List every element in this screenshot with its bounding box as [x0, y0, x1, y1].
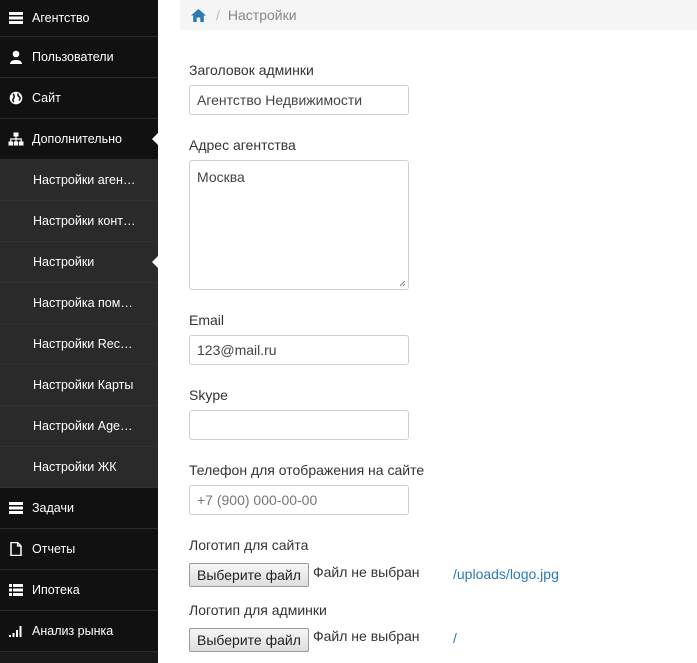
user-icon: [0, 50, 32, 64]
sitemap-icon: [0, 132, 32, 146]
admin-logo-label: Логотип для админки: [189, 602, 327, 618]
sidebar-item-label: Ипотека: [32, 583, 80, 597]
site-logo-file-status: Файл не выбран: [313, 564, 420, 580]
admin-logo-path-link[interactable]: /: [453, 630, 457, 646]
globe-icon: [0, 91, 32, 105]
list-icon: [0, 583, 32, 597]
sidebar-subitem-label: Настройки контракта: [33, 214, 148, 228]
sidebar-item-users[interactable]: Пользователи: [0, 37, 158, 78]
email-input[interactable]: 123@mail.ru: [189, 335, 409, 365]
sidebar-subitem-label: Настройки Карты: [33, 378, 134, 392]
admin-title-input[interactable]: Агентство Недвижимости: [189, 85, 409, 115]
sidebar-subitem-contract-settings[interactable]: Настройки контракта: [0, 201, 158, 242]
phone-placeholder: +7 (900) 000-00-00: [197, 492, 318, 508]
active-caret: [152, 255, 159, 269]
address-label: Адрес агентства: [189, 137, 296, 153]
sidebar-subitem-settings[interactable]: Настройки: [0, 242, 159, 283]
sidebar-subitem-label: Настройки Recaptcha: [33, 337, 148, 351]
email-value: 123@mail.ru: [197, 342, 277, 358]
breadcrumb-current: Настройки: [227, 7, 297, 23]
sidebar-subitem-recaptcha-settings[interactable]: Настройки Recaptcha: [0, 324, 158, 365]
skype-label: Skype: [189, 387, 228, 403]
admin-logo-choose-button[interactable]: Выберите файл: [189, 628, 309, 652]
admin-title-value: Агентство Недвижимости: [197, 92, 363, 108]
phone-input[interactable]: +7 (900) 000-00-00: [189, 485, 409, 515]
sidebar-item-label: Сайт: [32, 91, 61, 105]
breadcrumb-separator: /: [216, 7, 220, 23]
sidebar-subitem-label: Настройки агентства: [33, 173, 148, 187]
sidebar-item-tasks[interactable]: Задачи: [0, 488, 158, 529]
sidebar: Агентство Пользователи Сайт Дополнительн…: [0, 0, 159, 663]
sidebar-item-additional[interactable]: Дополнительно: [0, 119, 159, 160]
agency-icon: [0, 11, 32, 25]
address-textarea[interactable]: Москва: [189, 160, 409, 290]
site-logo-choose-button[interactable]: Выберите файл: [189, 563, 309, 587]
sidebar-subitem-label: Настройки Agency: [33, 419, 140, 433]
sidebar-item-label: Дополнительно: [32, 132, 122, 146]
sidebar-item-mortgage[interactable]: Ипотека: [0, 570, 158, 611]
sidebar-item-label: Агентство: [32, 11, 90, 25]
document-icon: [0, 542, 32, 556]
sidebar-subitem-label: Настройки: [33, 255, 95, 269]
site-logo-label: Логотип для сайта: [189, 537, 309, 553]
sidebar-subitem-agency-en-settings[interactable]: Настройки Agency: [0, 406, 158, 447]
sidebar-item-label: Задачи: [32, 501, 74, 515]
resize-handle-icon[interactable]: [398, 279, 406, 287]
breadcrumb: / Настройки: [180, 0, 697, 30]
active-caret: [152, 132, 159, 146]
sidebar-subitem-complex-settings[interactable]: Настройки ЖК: [0, 447, 158, 488]
tasks-icon: [0, 501, 32, 515]
admin-title-label: Заголовок админки: [189, 62, 314, 78]
sidebar-item-site[interactable]: Сайт: [0, 78, 158, 119]
sidebar-subitem-agency-settings[interactable]: Настройки агентства: [0, 160, 158, 201]
home-icon[interactable]: [190, 8, 207, 23]
sidebar-item-reports[interactable]: Отчеты: [0, 529, 158, 570]
sidebar-item-agency[interactable]: Агентство: [0, 0, 158, 37]
sidebar-subitem-label: Настройки ЖК: [33, 460, 117, 474]
sidebar-item-label: Отчеты: [32, 542, 76, 556]
sidebar-item-market-analysis[interactable]: Анализ рынка: [0, 611, 158, 652]
email-label: Email: [189, 312, 225, 328]
sidebar-item-label: Анализ рынка: [32, 624, 114, 638]
skype-input[interactable]: [189, 410, 409, 440]
phone-label: Телефон для отображения на сайте: [189, 462, 425, 478]
sidebar-subitem-assistant-settings[interactable]: Настройка помощника: [0, 283, 158, 324]
admin-logo-file-status: Файл не выбран: [313, 628, 420, 644]
sidebar-subitem-map-settings[interactable]: Настройки Карты: [0, 365, 158, 406]
signal-bars-icon: [0, 624, 32, 638]
sidebar-subitem-label: Настройка помощника: [33, 296, 148, 310]
address-value: Москва: [197, 169, 245, 185]
sidebar-item-label: Пользователи: [32, 50, 114, 64]
site-logo-path-link[interactable]: /uploads/logo.jpg: [453, 566, 559, 582]
